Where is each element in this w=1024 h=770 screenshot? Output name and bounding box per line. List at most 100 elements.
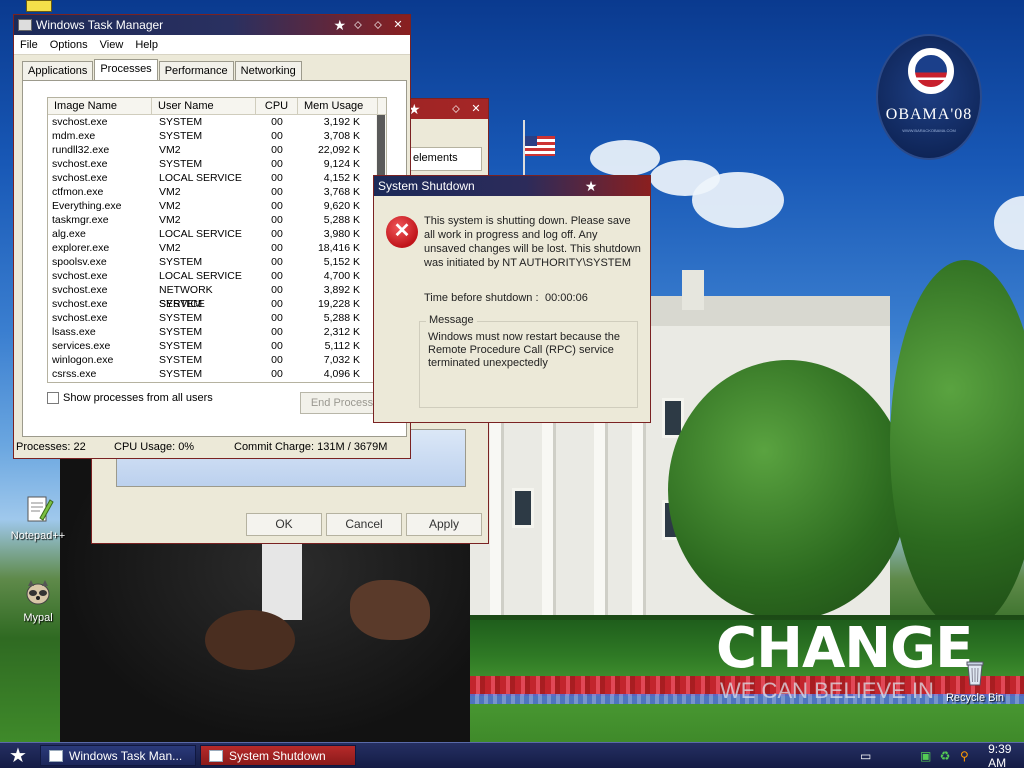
process-cpu: 00: [271, 130, 283, 142]
process-image-name: alg.exe: [52, 228, 86, 240]
apply-button[interactable]: Apply: [406, 513, 482, 536]
process-mem-usage: 9,620 K: [323, 200, 360, 212]
desktop-icon-recycle-bin[interactable]: Recycle Bin: [940, 656, 1010, 704]
process-cpu: 00: [271, 284, 283, 296]
process-mem-usage: 5,152 K: [323, 256, 360, 268]
white-house-column: [542, 420, 556, 620]
desktop-icon-label: Notepad++: [10, 530, 66, 542]
menu-help[interactable]: Help: [135, 39, 158, 51]
table-row[interactable]: taskmgr.exe VM2 00 5,288 K: [48, 213, 386, 227]
scrollbar-thumb[interactable]: [377, 115, 385, 175]
table-row[interactable]: rundll32.exe VM2 00 22,092 K: [48, 143, 386, 157]
desktop-icon-mypal[interactable]: Mypal: [3, 576, 73, 624]
taskbar-item-system-shutdown[interactable]: System Shutdown: [200, 745, 356, 766]
process-table-header: Image Name User Name CPU Mem Usage: [48, 98, 386, 115]
maximize-icon[interactable]: ⬦: [370, 18, 386, 32]
task-manager-app-icon: [49, 749, 63, 762]
process-table[interactable]: Image Name User Name CPU Mem Usage svcho…: [47, 97, 387, 383]
process-user-name: NETWORK SERVICE: [159, 284, 213, 310]
tab-applications[interactable]: Applications: [22, 61, 94, 82]
table-row[interactable]: spoolsv.exe SYSTEM 00 5,152 K: [48, 255, 386, 269]
star-icon: ★: [333, 16, 346, 33]
shutdown-titlebar[interactable]: System Shutdown ★: [374, 176, 650, 196]
cloud: [590, 140, 660, 176]
table-row[interactable]: Everything.exe VM2 00 9,620 K: [48, 199, 386, 213]
column-cpu[interactable]: CPU: [256, 98, 298, 114]
hand: [350, 580, 430, 640]
ok-button[interactable]: OK: [246, 513, 322, 536]
process-user-name: VM2: [159, 214, 181, 226]
table-row[interactable]: svchost.exe LOCAL SERVICE 00 4,700 K: [48, 269, 386, 283]
menu-options[interactable]: Options: [50, 39, 88, 51]
process-user-name: SYSTEM: [159, 256, 203, 268]
show-all-processes-checkbox[interactable]: Show processes from all users: [47, 392, 213, 404]
table-row[interactable]: winlogon.exe SYSTEM 00 7,032 K: [48, 353, 386, 367]
network-icon[interactable]: ▣: [920, 750, 931, 762]
task-manager-titlebar[interactable]: Windows Task Manager ★ ⬦ ⬦ ✕: [14, 15, 410, 35]
table-row[interactable]: svchost.exe SYSTEM 00 5,288 K: [48, 311, 386, 325]
white-house-column: [490, 420, 504, 620]
notepad-plus-icon: [22, 494, 54, 526]
desktop-icon-label: Recycle Bin: [945, 692, 1005, 704]
desktop-icon-label: Mypal: [23, 612, 53, 624]
table-row[interactable]: svchost.exe NETWORK SERVICE 00 3,892 K: [48, 283, 386, 310]
minimize-icon[interactable]: ⬦: [448, 102, 464, 116]
table-row[interactable]: svchost.exe SYSTEM 00 3,192 K: [48, 115, 386, 129]
tab-networking[interactable]: Networking: [234, 61, 302, 82]
process-image-name: mdm.exe: [52, 130, 96, 142]
start-button[interactable]: ★: [4, 744, 32, 768]
process-user-name: SYSTEM: [159, 354, 203, 366]
cloud: [994, 196, 1024, 250]
system-shutdown-dialog[interactable]: System Shutdown ★ ✕ This system is shutt…: [373, 175, 651, 423]
message-group-label: Message: [426, 314, 477, 326]
process-user-name: LOCAL SERVICE: [159, 172, 242, 184]
show-all-processes-label: Show processes from all users: [63, 392, 213, 404]
close-icon[interactable]: ✕: [390, 18, 406, 32]
table-row[interactable]: svchost.exe SYSTEM 00 19,228 K: [48, 297, 386, 311]
cancel-button[interactable]: Cancel: [326, 513, 402, 536]
process-cpu: 00: [271, 354, 283, 366]
table-row[interactable]: csrss.exe SYSTEM 00 4,096 K: [48, 367, 386, 381]
recycle-arrows-icon[interactable]: ♻: [939, 750, 951, 762]
task-manager-title: Windows Task Manager: [36, 18, 164, 32]
keyboard-icon[interactable]: ▭: [860, 750, 871, 762]
process-image-name: svchost.exe: [52, 312, 108, 324]
table-row[interactable]: explorer.exe VM2 00 18,416 K: [48, 241, 386, 255]
task-manager-window[interactable]: Windows Task Manager ★ ⬦ ⬦ ✕ File Option…: [13, 14, 411, 459]
column-image-name[interactable]: Image Name: [48, 98, 152, 114]
minimize-icon[interactable]: ⬦: [350, 18, 366, 32]
tab-processes[interactable]: Processes: [94, 59, 158, 80]
task-manager-statusbar: Processes: 22 CPU Usage: 0% Commit Charg…: [14, 436, 410, 458]
process-user-name: SYSTEM: [159, 340, 203, 352]
table-row[interactable]: svchost.exe LOCAL SERVICE 00 4,152 K: [48, 171, 386, 185]
process-image-name: svchost.exe: [52, 158, 108, 170]
process-mem-usage: 4,700 K: [323, 270, 360, 282]
desktop-icon-partial[interactable]: [26, 0, 52, 12]
us-flag: [525, 136, 555, 156]
process-image-name: lsass.exe: [52, 326, 96, 338]
menu-view[interactable]: View: [100, 39, 124, 51]
process-mem-usage: 3,192 K: [323, 116, 360, 128]
process-image-name: csrss.exe: [52, 368, 97, 380]
error-icon: ✕: [386, 216, 418, 248]
column-user-name[interactable]: User Name: [152, 98, 256, 114]
table-row[interactable]: svchost.exe SYSTEM 00 9,124 K: [48, 157, 386, 171]
task-manager-app-icon: [18, 19, 32, 31]
column-mem-usage[interactable]: Mem Usage: [298, 98, 378, 114]
table-row[interactable]: alg.exe LOCAL SERVICE 00 3,980 K: [48, 227, 386, 241]
menu-file[interactable]: File: [20, 39, 38, 51]
clock[interactable]: 9:39 AM: [988, 742, 1024, 770]
close-icon[interactable]: ✕: [468, 102, 484, 116]
process-image-name: svchost.exe: [52, 172, 108, 184]
desktop-icon-notepad[interactable]: Notepad++: [3, 494, 73, 542]
table-row[interactable]: services.exe SYSTEM 00 5,112 K: [48, 339, 386, 353]
process-mem-usage: 22,092 K: [317, 144, 360, 156]
tab-performance[interactable]: Performance: [158, 61, 234, 82]
checkbox-box[interactable]: [47, 392, 59, 404]
search-icon[interactable]: ⚲: [959, 750, 970, 762]
table-row[interactable]: mdm.exe SYSTEM 00 3,708 K: [48, 129, 386, 143]
table-row[interactable]: ctfmon.exe VM2 00 3,768 K: [48, 185, 386, 199]
taskbar-item-task-manager[interactable]: Windows Task Man...: [40, 745, 196, 766]
end-process-button[interactable]: End Process: [300, 392, 384, 414]
table-row[interactable]: lsass.exe SYSTEM 00 2,312 K: [48, 325, 386, 339]
